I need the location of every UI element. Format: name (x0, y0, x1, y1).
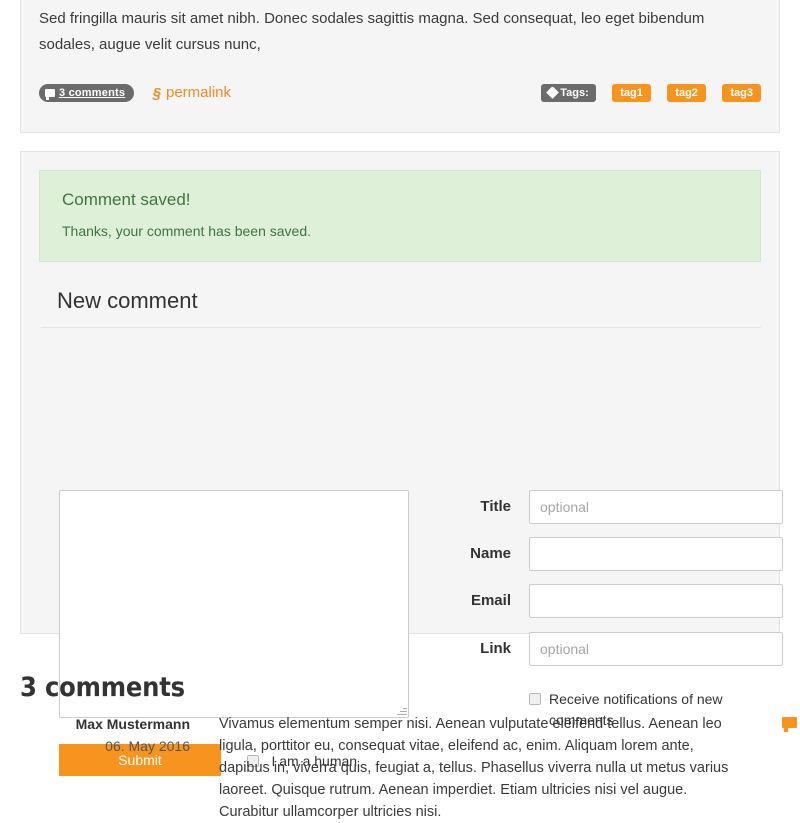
post-text: Sed fringilla mauris sit amet nibh. Done… (39, 10, 705, 53)
new-comment-heading: New comment (57, 288, 198, 313)
email-label: Email (470, 592, 511, 609)
link-icon: § (152, 85, 161, 102)
field-row-link: Link (421, 632, 783, 666)
email-input[interactable] (529, 584, 783, 618)
link-input[interactable] (529, 632, 783, 666)
link-label: Link (480, 640, 511, 657)
title-input[interactable] (529, 490, 783, 524)
tag-icon (546, 86, 560, 99)
post-comments-count-badge[interactable]: 3 comments (39, 84, 135, 102)
field-row-email: Email (421, 584, 783, 618)
alert-body: Thanks, your comment has been saved. (62, 223, 312, 239)
tags-group: Tags: tag1 tag2 tag3 (541, 84, 761, 102)
name-label: Name (470, 545, 511, 562)
post-panel: Sed fringilla mauris sit amet nibh. Done… (20, 0, 780, 133)
tags-label-text: Tags: (560, 87, 589, 99)
notify-checkbox[interactable] (529, 693, 541, 705)
comments-section-heading: 3 comments (20, 672, 185, 703)
comment-form-panel: Comment saved! Thanks, your comment has … (20, 151, 783, 776)
tags-label: Tags: (541, 84, 596, 102)
page-root: Sed fringilla mauris sit amet nibh. Done… (0, 0, 800, 820)
speech-bubble-icon[interactable] (782, 717, 797, 732)
tag-chip[interactable]: tag1 (612, 84, 651, 102)
tag-chip[interactable]: tag2 (667, 84, 706, 102)
field-row-name: Name (421, 537, 783, 571)
post-comments-count-label: 3 comments (59, 87, 126, 99)
heading-divider (41, 327, 761, 328)
permalink-label: permalink (166, 84, 232, 101)
comment-author: Max Mustermann (75, 716, 190, 732)
permalink-link[interactable]: § permalink (153, 84, 231, 102)
comment-saved-alert: Comment saved! Thanks, your comment has … (39, 170, 761, 262)
comment-body: Vivamus elementum semper nisi. Aenean vu… (219, 716, 729, 820)
comment-date: 06. May 2016 (105, 738, 190, 754)
post-meta-bar: 3 comments § permalink Tags: tag1 tag2 ta… (39, 84, 761, 106)
name-input[interactable] (529, 537, 783, 571)
tag-chip[interactable]: tag3 (722, 84, 761, 102)
alert-title: Comment saved! (62, 190, 191, 209)
field-row-title: Title (421, 490, 783, 524)
title-label: Title (480, 498, 511, 515)
speech-bubble-icon (45, 89, 55, 100)
